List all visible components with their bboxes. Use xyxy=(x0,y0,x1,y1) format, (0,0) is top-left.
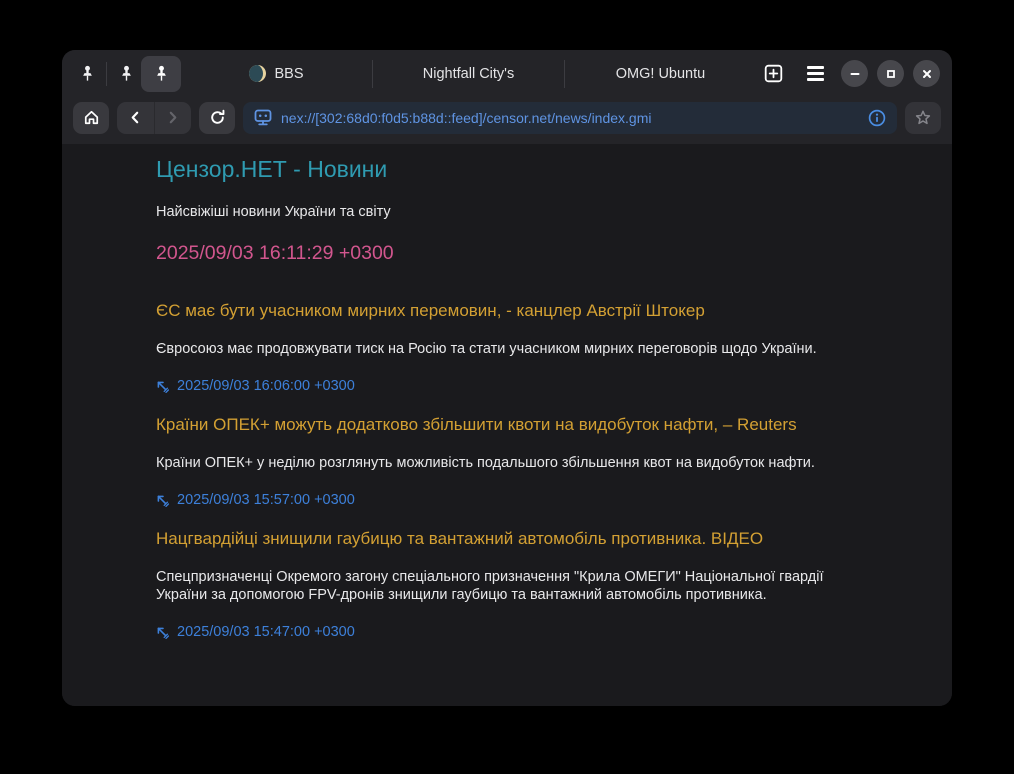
article-link-label: 2025/09/03 16:06:00 +0300 xyxy=(177,378,355,394)
article-summary: Євросоюз має продовжувати тиск на Росію … xyxy=(156,340,836,358)
forward-icon xyxy=(165,110,180,125)
minimize-icon xyxy=(849,68,861,80)
back-button[interactable] xyxy=(117,102,154,134)
new-tab-icon xyxy=(764,64,783,83)
close-icon xyxy=(921,68,933,80)
news-article: Країни ОПЕК+ можуть додатково збільшити … xyxy=(156,415,896,508)
tab-omg-ubuntu[interactable]: OMG! Ubuntu xyxy=(565,50,756,97)
pinned-tab-1[interactable] xyxy=(72,58,102,90)
tab-nightfall-citys[interactable]: Nightfall City's xyxy=(373,50,564,97)
menu-button[interactable] xyxy=(798,57,832,91)
desktop: { "browser": { "pinned_tabs": {"count": … xyxy=(0,0,1014,774)
arrow-northwest-icon xyxy=(156,626,169,639)
tab-label: BBS xyxy=(274,66,303,82)
tab-label: OMG! Ubuntu xyxy=(616,66,705,82)
article-link-label: 2025/09/03 15:47:00 +0300 xyxy=(177,624,355,640)
navigation-bar: nex://[302:68d0:f0d5:b88d::feed]/censor.… xyxy=(62,97,952,144)
pushpin-icon xyxy=(80,65,95,82)
new-tab-button[interactable] xyxy=(756,57,790,91)
reload-button[interactable] xyxy=(199,102,235,134)
article-link-label: 2025/09/03 15:57:00 +0300 xyxy=(177,492,355,508)
reload-icon xyxy=(209,109,226,126)
news-article: Нацгвардійці знищили гаубицю та вантажни… xyxy=(156,529,896,640)
arrow-northwest-icon xyxy=(156,494,169,507)
pushpin-icon xyxy=(154,65,169,82)
pinned-tabs-group xyxy=(72,50,181,97)
url-field[interactable]: nex://[302:68d0:f0d5:b88d::feed]/censor.… xyxy=(243,102,897,134)
tab-bbs[interactable]: BBS xyxy=(181,50,372,97)
page-title: Цензор.НЕТ - Новини xyxy=(156,156,896,184)
pushpin-icon xyxy=(119,65,134,82)
maximize-icon xyxy=(885,68,897,80)
moon-icon xyxy=(249,65,266,82)
info-icon[interactable] xyxy=(868,109,886,127)
home-button[interactable] xyxy=(73,102,109,134)
close-button[interactable] xyxy=(913,60,940,87)
history-nav-group xyxy=(117,102,191,134)
maximize-button[interactable] xyxy=(877,60,904,87)
feed-timestamp: 2025/09/03 16:11:29 +0300 xyxy=(156,242,896,265)
article-summary: Спецпризначенці Окремого загону спеціаль… xyxy=(156,568,836,605)
article-title: ЄС має бути учасником мирних перемовин, … xyxy=(156,301,896,322)
minimize-button[interactable] xyxy=(841,60,868,87)
browser-window: BBS Nightfall City's OMG! Ubuntu xyxy=(62,50,952,706)
bookmark-button[interactable] xyxy=(905,102,941,134)
arrow-northwest-icon xyxy=(156,380,169,393)
tab-label: Nightfall City's xyxy=(423,66,514,82)
back-icon xyxy=(128,110,143,125)
pinned-tab-3-active[interactable] xyxy=(141,56,181,92)
article-link[interactable]: 2025/09/03 15:57:00 +0300 xyxy=(156,492,355,508)
home-icon xyxy=(83,109,100,126)
article-link[interactable]: 2025/09/03 15:47:00 +0300 xyxy=(156,624,355,640)
hamburger-icon xyxy=(807,66,824,81)
page-subtitle: Найсвіжіші новини України та світу xyxy=(156,203,896,221)
article-link[interactable]: 2025/09/03 16:06:00 +0300 xyxy=(156,378,355,394)
terminal-monitor-icon xyxy=(254,109,272,126)
bookmark-star-icon xyxy=(914,109,932,127)
pinned-tab-2[interactable] xyxy=(111,58,141,90)
article-summary: Країни ОПЕК+ у неділю розглянуть можливі… xyxy=(156,454,836,472)
article-title: Нацгвардійці знищили гаубицю та вантажни… xyxy=(156,529,896,550)
forward-button[interactable] xyxy=(155,102,192,134)
page-content: Цензор.НЕТ - Новини Найсвіжіші новини Ук… xyxy=(62,144,952,706)
news-article: ЄС має бути учасником мирних перемовин, … xyxy=(156,301,896,394)
tab-bar: BBS Nightfall City's OMG! Ubuntu xyxy=(62,50,952,97)
article-title: Країни ОПЕК+ можуть додатково збільшити … xyxy=(156,415,896,436)
url-text: nex://[302:68d0:f0d5:b88d::feed]/censor.… xyxy=(281,110,859,126)
pin-separator xyxy=(106,62,107,86)
